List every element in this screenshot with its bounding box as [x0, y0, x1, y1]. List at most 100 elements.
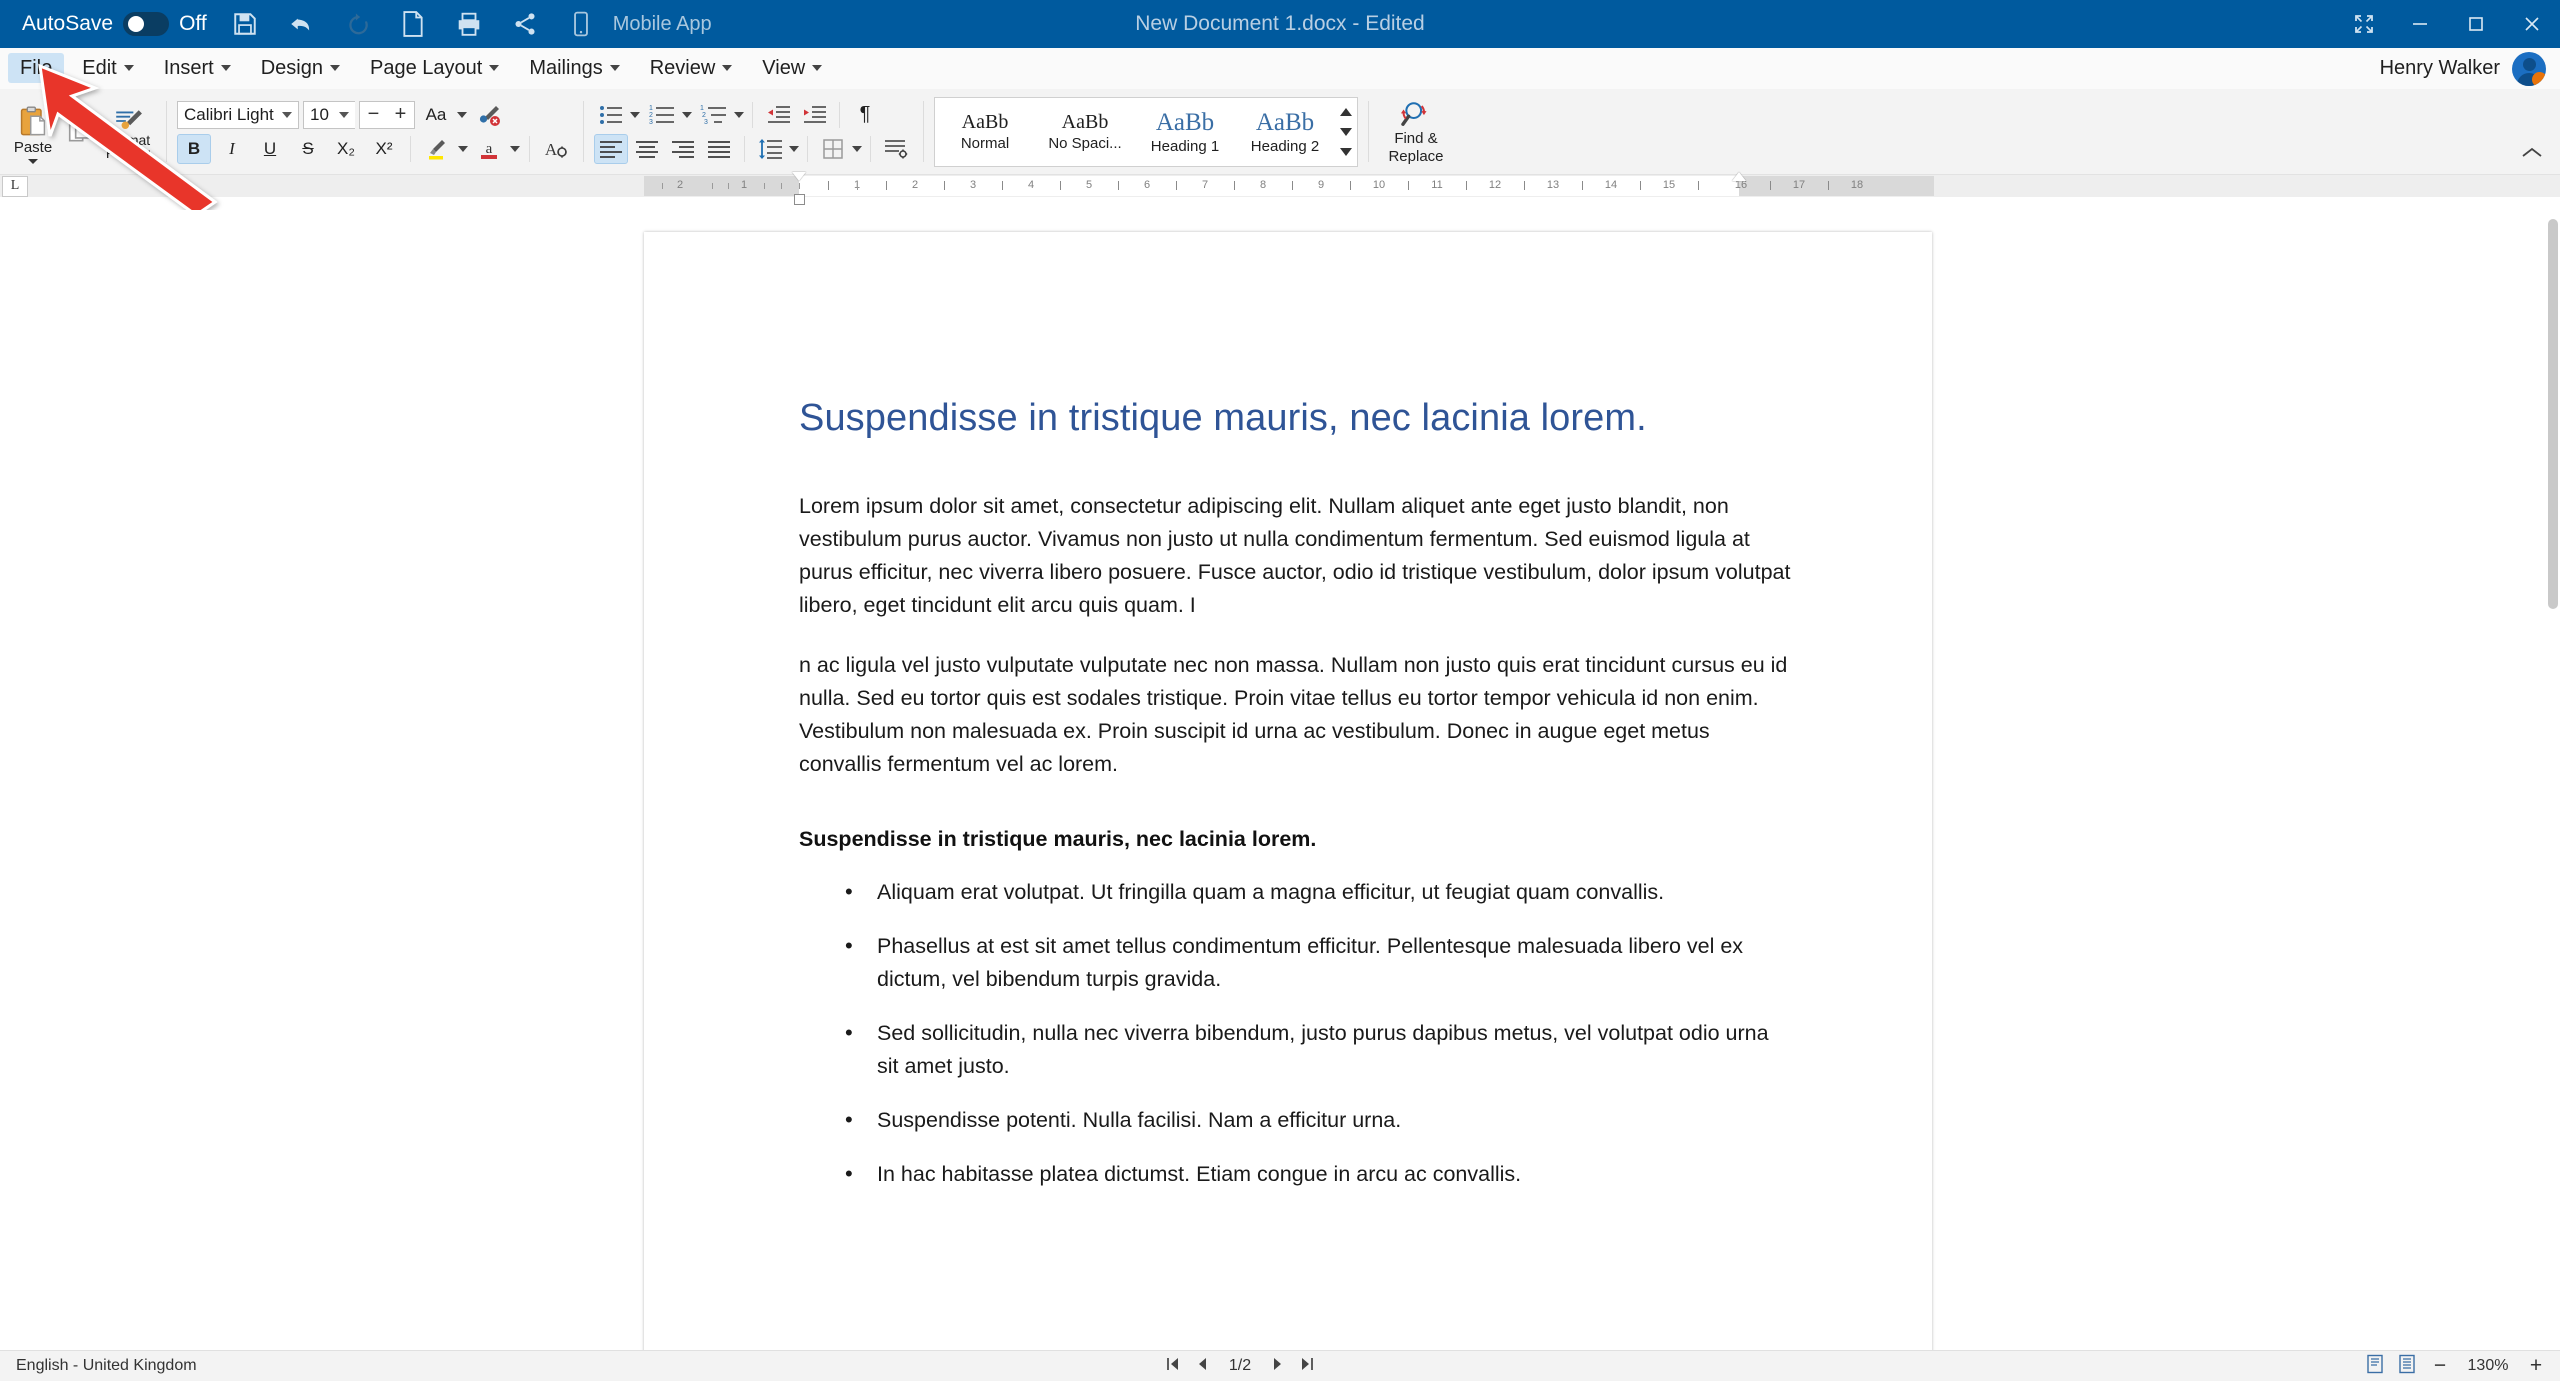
- decrease-font-size-button[interactable]: −: [368, 103, 380, 126]
- menu-item-view[interactable]: View: [750, 53, 834, 83]
- left-indent-marker[interactable]: [794, 194, 805, 205]
- menu-item-review[interactable]: Review: [638, 53, 745, 83]
- underline-button[interactable]: U: [253, 134, 287, 164]
- user-account[interactable]: Henry Walker: [2380, 48, 2546, 89]
- chevron-down-icon[interactable]: [510, 145, 520, 152]
- tab-stop-selector[interactable]: L: [2, 175, 28, 197]
- chevron-down-icon[interactable]: [682, 111, 692, 118]
- font-color-icon[interactable]: a: [472, 134, 506, 164]
- strikethrough-button[interactable]: S: [291, 134, 325, 164]
- font-size-combo[interactable]: 10: [303, 100, 355, 129]
- close-icon[interactable]: [2504, 0, 2560, 48]
- save-icon[interactable]: [221, 4, 269, 44]
- style-label: Normal: [960, 135, 1010, 152]
- web-layout-icon[interactable]: [2398, 1354, 2416, 1379]
- document-page[interactable]: Suspendisse in tristique mauris, nec lac…: [644, 232, 1932, 1350]
- highlight-color-icon[interactable]: [420, 134, 454, 164]
- undo-icon[interactable]: [277, 4, 325, 44]
- justify-icon[interactable]: [702, 134, 736, 164]
- font-name-combo[interactable]: Calibri Light: [177, 100, 299, 129]
- share-icon[interactable]: [501, 4, 549, 44]
- align-left-icon[interactable]: [594, 133, 628, 164]
- chevron-down-icon[interactable]: [852, 145, 862, 152]
- previous-page-icon[interactable]: [1195, 1356, 1209, 1377]
- increase-indent-icon[interactable]: [797, 100, 831, 130]
- maximize-icon[interactable]: [2448, 0, 2504, 48]
- shading-icon[interactable]: [879, 134, 913, 164]
- chevron-down-icon[interactable]: [458, 145, 468, 152]
- right-indent-marker[interactable]: [1732, 172, 1746, 181]
- chevron-down-icon[interactable]: [630, 111, 640, 118]
- first-page-icon[interactable]: [1165, 1356, 1181, 1377]
- change-case-button[interactable]: Aa: [419, 100, 453, 130]
- chevron-down-icon[interactable]: [734, 111, 744, 118]
- chevron-down-icon: [282, 111, 292, 118]
- mobile-device-icon[interactable]: [557, 4, 605, 44]
- chevron-down-icon[interactable]: [789, 145, 799, 152]
- zoom-out-button[interactable]: −: [2430, 1354, 2450, 1378]
- paste-button[interactable]: Paste: [6, 100, 60, 164]
- redo-icon[interactable]: [333, 4, 381, 44]
- minimize-icon[interactable]: [2392, 0, 2448, 48]
- style-item-heading-2[interactable]: AaBb Heading 2: [1235, 98, 1335, 166]
- bullet-list-icon[interactable]: [594, 100, 628, 130]
- ruler-number: 1: [740, 179, 748, 191]
- list-item: Phasellus at est sit amet tellus condime…: [799, 929, 1792, 996]
- show-formatting-marks-icon[interactable]: ¶: [848, 100, 882, 130]
- superscript-button[interactable]: X²: [367, 134, 401, 164]
- ruler-number: 14: [1604, 179, 1618, 191]
- mobile-app-label[interactable]: Mobile App: [609, 13, 712, 36]
- print-layout-icon[interactable]: [2366, 1354, 2384, 1379]
- find-replace-button[interactable]: Find & Replace: [1379, 99, 1453, 165]
- chevron-down-icon[interactable]: [457, 111, 467, 118]
- clear-formatting-icon[interactable]: [471, 100, 507, 130]
- chevron-down-icon[interactable]: [28, 158, 38, 164]
- zoom-in-button[interactable]: +: [2526, 1354, 2546, 1378]
- copy-icon[interactable]: [60, 112, 100, 152]
- text-effects-icon[interactable]: A: [539, 134, 573, 164]
- menu-item-design[interactable]: Design: [249, 53, 352, 83]
- horizontal-ruler[interactable]: 2 1 1 2 3 4 5 6 7 8 9 10 11 12 13 14 15 …: [644, 172, 1934, 205]
- menu-item-insert[interactable]: Insert: [152, 53, 243, 83]
- menu-item-mailings[interactable]: Mailings: [517, 53, 631, 83]
- subscript-button[interactable]: X₂: [329, 134, 363, 164]
- styles-more-icon[interactable]: [1340, 147, 1352, 156]
- last-page-icon[interactable]: [1299, 1356, 1315, 1377]
- zoom-level[interactable]: 130%: [2464, 1357, 2512, 1375]
- style-item-normal[interactable]: AaBb Normal: [935, 98, 1035, 166]
- scroll-down-icon[interactable]: [1340, 127, 1352, 136]
- menu-label: Page Layout: [370, 56, 483, 79]
- autosave-toggle[interactable]: [123, 12, 170, 36]
- format-painter-button[interactable]: Format Painter: [100, 104, 156, 160]
- collapse-ribbon-icon[interactable]: [2520, 145, 2544, 166]
- italic-button[interactable]: I: [215, 134, 249, 164]
- increase-font-size-button[interactable]: +: [395, 103, 407, 126]
- menu-item-edit[interactable]: Edit: [70, 53, 145, 83]
- scrollbar-thumb[interactable]: [2548, 219, 2558, 609]
- menu-item-page-layout[interactable]: Page Layout: [358, 53, 511, 83]
- fullscreen-icon[interactable]: [2336, 0, 2392, 48]
- bold-button[interactable]: B: [177, 133, 211, 164]
- multilevel-list-icon[interactable]: 123: [694, 100, 732, 130]
- first-line-indent-marker[interactable]: [792, 172, 806, 181]
- menu-item-file[interactable]: File: [8, 53, 65, 83]
- print-icon[interactable]: [445, 4, 493, 44]
- borders-icon[interactable]: [816, 134, 850, 164]
- style-item-heading-1[interactable]: AaBb Heading 1: [1135, 98, 1235, 166]
- line-spacing-icon[interactable]: [753, 134, 787, 164]
- style-item-no-spacing[interactable]: AaBb No Spaci...: [1035, 98, 1135, 166]
- next-page-icon[interactable]: [1271, 1356, 1285, 1377]
- numbered-list-icon[interactable]: 123: [642, 100, 680, 130]
- new-document-icon[interactable]: [389, 4, 437, 44]
- strikethrough-label: S: [302, 138, 314, 158]
- language-status[interactable]: English - United Kingdom: [0, 1357, 197, 1375]
- scroll-up-icon[interactable]: [1340, 107, 1352, 116]
- vertical-scrollbar[interactable]: [2548, 219, 2558, 1346]
- decrease-indent-icon[interactable]: [761, 100, 795, 130]
- align-center-icon[interactable]: [630, 134, 664, 164]
- divider: [923, 101, 924, 162]
- avatar[interactable]: [2512, 51, 2546, 86]
- styles-gallery[interactable]: AaBb Normal AaBb No Spaci... AaBb Headin…: [934, 96, 1358, 167]
- align-right-icon[interactable]: [666, 134, 700, 164]
- font-size-stepper[interactable]: − +: [359, 100, 415, 129]
